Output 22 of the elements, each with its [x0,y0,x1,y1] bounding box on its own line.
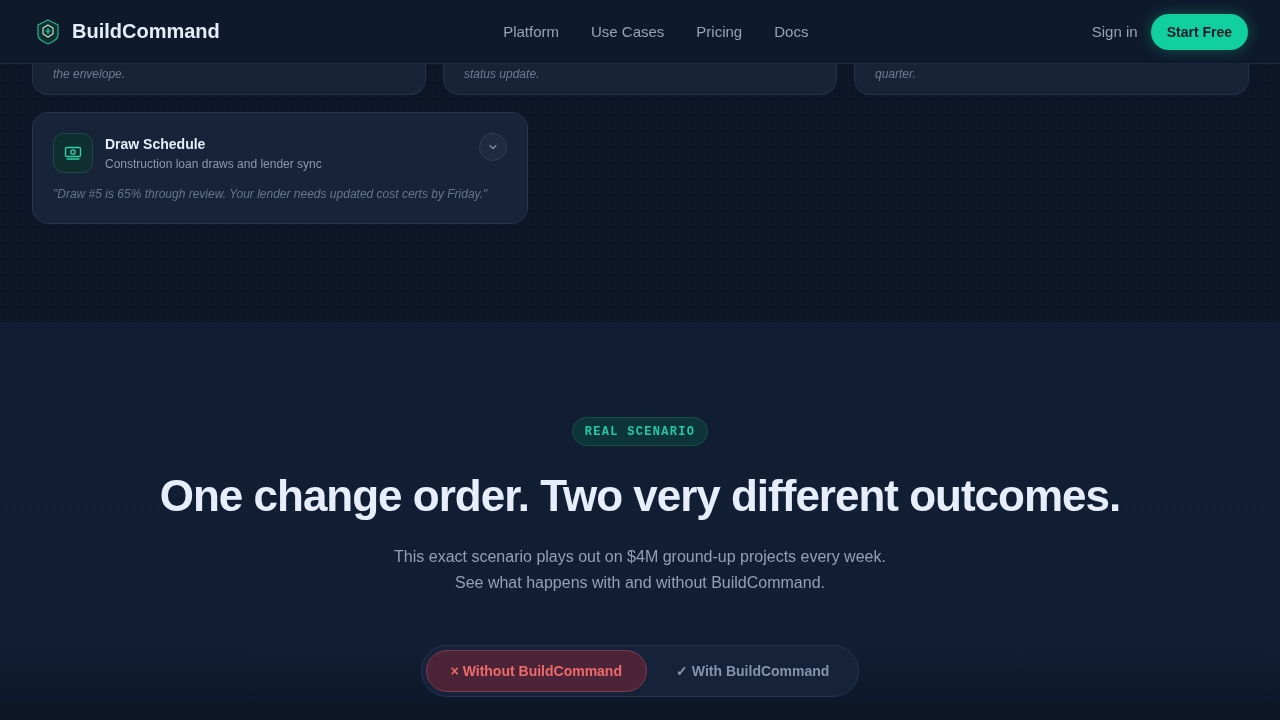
start-free-button[interactable]: Start Free [1150,13,1248,50]
card-quote: "Draw #5 is 65% through review. Your lender needs updated cost certs by Friday." [53,187,489,201]
money-icon [53,133,93,173]
toggle-option[interactable]: ✓ With BuildCommand [650,650,855,692]
section-subtitle: See what happens with and without BuildCommand. [455,573,825,593]
section-badge: REAL SCENARIO [571,417,709,446]
card-quote: status update. [464,66,541,82]
card-title: Draw Schedule [105,135,207,153]
nav-link[interactable]: Docs [774,23,809,40]
toggle-option[interactable]: × Without BuildCommand [425,650,647,692]
brand-name: BuildCommand [72,20,220,43]
card-quote: the envelope. [53,66,127,82]
nav-link[interactable]: Use Cases [591,23,665,40]
card-quote: quarter. [875,66,917,82]
nav-link[interactable]: Platform [503,23,559,40]
chevron-icon[interactable] [479,133,507,161]
nav-link[interactable]: Pricing [696,23,743,40]
section-subtitle: This exact scenario plays out on $4M ground-up projects every week. [394,547,886,567]
section-heading: One change order. Two very different outcomes. [159,472,1121,520]
sign-in-link[interactable]: Sign in [1091,23,1138,40]
card-subtitle: Construction loan draws and lender sync [105,157,323,171]
shield-logo-icon [36,18,60,45]
